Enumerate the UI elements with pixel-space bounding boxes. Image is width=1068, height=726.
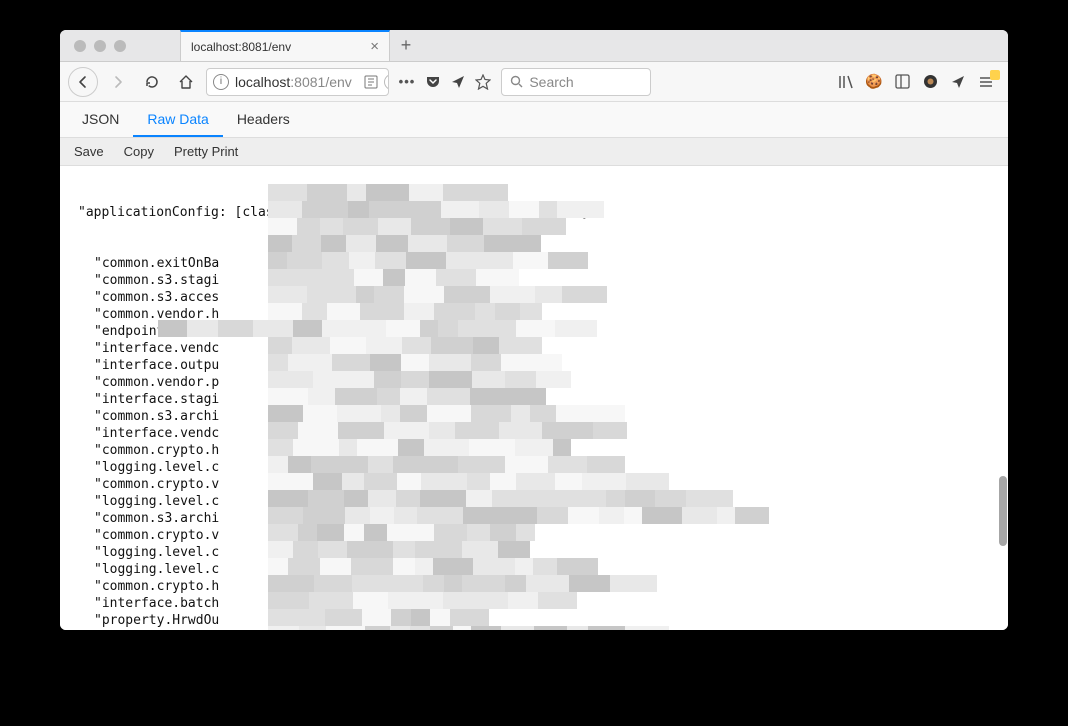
forward-button bbox=[104, 68, 132, 96]
code-line: "common.s3.archi bbox=[78, 510, 1008, 527]
page-action-icons: ••• bbox=[395, 74, 496, 90]
site-info-icon[interactable]: i bbox=[213, 74, 229, 90]
more-icon[interactable]: ••• bbox=[399, 74, 416, 89]
minimize-window-button[interactable] bbox=[94, 40, 106, 52]
extension-icon-2[interactable] bbox=[922, 74, 938, 90]
bookmark-star-icon[interactable] bbox=[475, 74, 491, 90]
code-line: "common.crypto.h bbox=[78, 578, 1008, 595]
save-button[interactable]: Save bbox=[66, 141, 112, 162]
tab-raw-data[interactable]: Raw Data bbox=[133, 102, 222, 137]
send-icon[interactable] bbox=[451, 75, 465, 89]
code-line: "common.crypto.h bbox=[78, 442, 1008, 459]
code-line: "interface.batch bbox=[78, 595, 1008, 612]
tab-title: localhost:8081/env bbox=[191, 40, 291, 54]
code-line: "common.vendor.h bbox=[78, 306, 1008, 323]
url-text: localhost:8081/env bbox=[235, 74, 352, 90]
code-line: "common.crypto.v bbox=[78, 527, 1008, 544]
code-line: "logging.level.c bbox=[78, 493, 1008, 510]
back-button[interactable] bbox=[68, 67, 98, 97]
toolbar-extensions: 🍪 bbox=[832, 74, 1000, 90]
code-line: "interface.vendc bbox=[78, 340, 1008, 357]
home-icon bbox=[178, 74, 194, 90]
code-line: "common.vendor.p bbox=[78, 374, 1008, 391]
browser-window: localhost:8081/env × + i localhost:8081/… bbox=[60, 30, 1008, 630]
code-line: "common.s3.archi bbox=[78, 408, 1008, 425]
code-line: "interface.stagi bbox=[78, 391, 1008, 408]
reload-icon bbox=[144, 74, 160, 90]
send-icon-2[interactable] bbox=[950, 74, 966, 90]
tab-strip: localhost:8081/env × + bbox=[60, 30, 1008, 62]
copy-button[interactable]: Copy bbox=[116, 141, 162, 162]
search-icon bbox=[510, 75, 523, 88]
close-window-button[interactable] bbox=[74, 40, 86, 52]
content-pane: "applicationConfig: [classpath:/applicat… bbox=[60, 166, 1008, 630]
arrow-left-icon bbox=[75, 74, 91, 90]
code-line: "common.s3.stagi bbox=[78, 272, 1008, 289]
code-header-line: "applicationConfig: [classpath:/applicat… bbox=[78, 204, 1008, 221]
json-viewer-tabs: JSON Raw Data Headers bbox=[60, 102, 1008, 138]
code-line: "common.s3.acces bbox=[78, 289, 1008, 306]
code-line: "interface.archi bbox=[78, 629, 1008, 630]
notification-badge bbox=[990, 70, 1000, 80]
browser-tab[interactable]: localhost:8081/env × bbox=[180, 30, 390, 61]
search-placeholder: Search bbox=[529, 74, 573, 90]
home-button[interactable] bbox=[172, 68, 200, 96]
zoom-indicator[interactable]: 120% bbox=[384, 74, 389, 90]
code-line: "logging.level.c bbox=[78, 459, 1008, 476]
menu-button[interactable] bbox=[978, 74, 994, 90]
maximize-window-button[interactable] bbox=[114, 40, 126, 52]
raw-code[interactable]: "applicationConfig: [classpath:/applicat… bbox=[60, 166, 1008, 630]
sidebar-icon[interactable] bbox=[894, 74, 910, 90]
code-line: "logging.level.c bbox=[78, 544, 1008, 561]
navigation-toolbar: i localhost:8081/env 120% ••• Search bbox=[60, 62, 1008, 102]
arrow-right-icon bbox=[110, 74, 126, 90]
reader-mode-icon[interactable] bbox=[364, 74, 378, 90]
code-line: "common.crypto.v bbox=[78, 476, 1008, 493]
code-line: "interface.vendc bbox=[78, 425, 1008, 442]
tab-json[interactable]: JSON bbox=[68, 102, 133, 137]
reload-button[interactable] bbox=[138, 68, 166, 96]
new-tab-button[interactable]: + bbox=[390, 35, 422, 56]
pocket-icon[interactable] bbox=[425, 74, 441, 90]
address-bar[interactable]: i localhost:8081/env 120% bbox=[206, 68, 389, 96]
pretty-print-button[interactable]: Pretty Print bbox=[166, 141, 246, 162]
scrollbar-thumb[interactable] bbox=[999, 476, 1007, 546]
code-line: "endpoints.env.e bbox=[78, 323, 1008, 340]
code-line: "logging.level.c bbox=[78, 561, 1008, 578]
search-bar[interactable]: Search bbox=[501, 68, 651, 96]
json-viewer-actions: Save Copy Pretty Print bbox=[60, 138, 1008, 166]
close-tab-icon[interactable]: × bbox=[370, 39, 379, 54]
code-line: "interface.outpu bbox=[78, 357, 1008, 374]
code-line: "common.exitOnBa bbox=[78, 255, 1008, 272]
code-line: "property.HrwdOu bbox=[78, 612, 1008, 629]
window-controls bbox=[60, 40, 140, 52]
library-icon[interactable] bbox=[838, 74, 854, 90]
extension-icon-1[interactable]: 🍪 bbox=[866, 74, 882, 90]
tab-headers[interactable]: Headers bbox=[223, 102, 304, 137]
